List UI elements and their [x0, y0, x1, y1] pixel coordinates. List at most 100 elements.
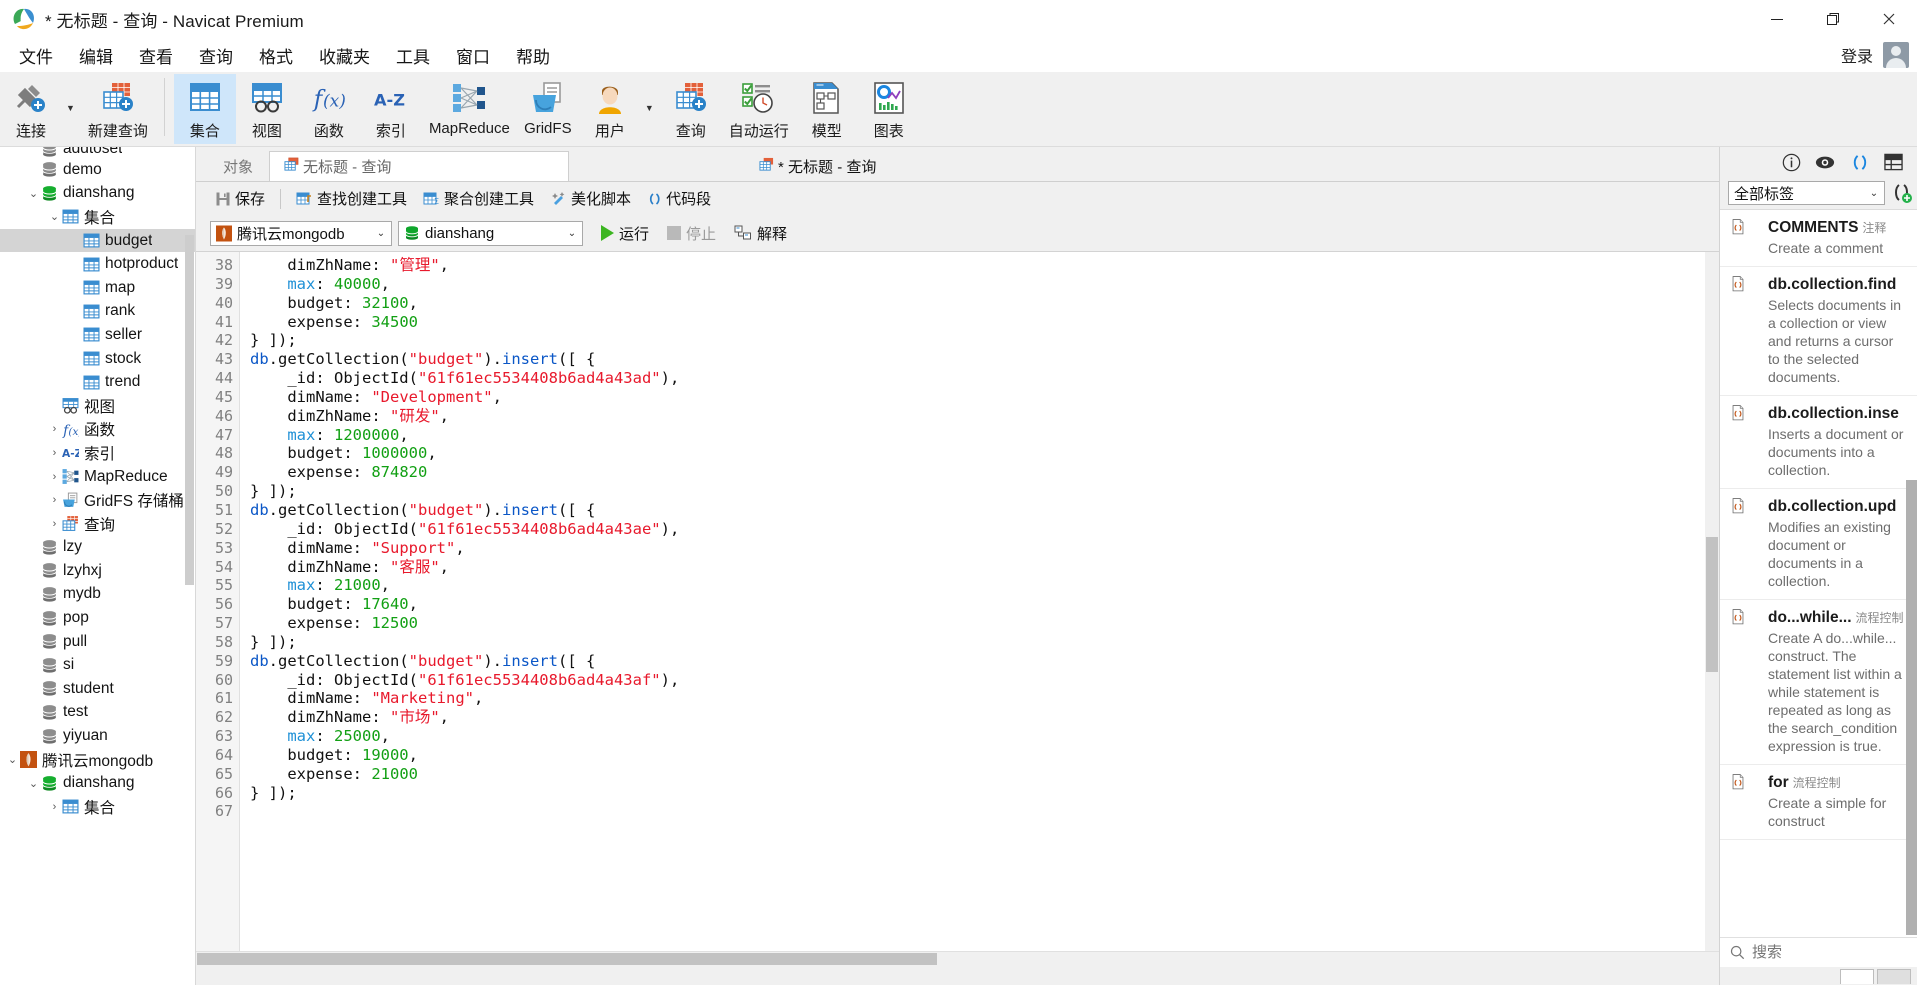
snippet-parens-icon[interactable] — [1849, 152, 1869, 172]
menu-item-7[interactable]: 窗口 — [443, 40, 503, 71]
tree-node-map[interactable]: map — [0, 276, 195, 300]
menu-item-2[interactable]: 查看 — [126, 40, 186, 71]
code-line[interactable]: db.getCollection("budget").insert([ { — [250, 350, 1719, 369]
code-line[interactable]: dimZhName: "管理", — [250, 256, 1719, 275]
code-line[interactable]: max: 1200000, — [250, 426, 1719, 445]
menu-item-5[interactable]: 收藏夹 — [306, 40, 383, 71]
tree-node-pop[interactable]: pop — [0, 606, 195, 630]
tree-node-集合[interactable]: ⌄ 集合 — [0, 205, 195, 229]
snippet-item[interactable]: db.collection.upd Modifies an existing do… — [1720, 489, 1917, 600]
ribbon-button-view[interactable]: 视图 — [236, 74, 298, 144]
code-line[interactable]: } ]); — [250, 633, 1719, 652]
snippet-tag-select[interactable]: 全部标签 ⌄ — [1728, 181, 1885, 205]
chevron-down-icon[interactable]: ⌄ — [27, 777, 40, 790]
avatar[interactable] — [1883, 42, 1909, 68]
menu-item-6[interactable]: 工具 — [383, 40, 443, 71]
chevron-down-icon[interactable]: ⌄ — [27, 187, 40, 200]
chevron-down-icon[interactable]: ▼ — [60, 103, 81, 113]
code-line[interactable]: dimName: "Development", — [250, 388, 1719, 407]
menu-item-0[interactable]: 文件 — [6, 40, 66, 71]
ribbon-button-query[interactable]: 查询 — [660, 74, 722, 144]
info-icon[interactable] — [1781, 152, 1801, 172]
tree-node-GridFS 存储桶[interactable]: › GridFS 存储桶 — [0, 488, 195, 512]
code-line[interactable]: dimZhName: "研发", — [250, 407, 1719, 426]
tree-node-lzyhxj[interactable]: lzyhxj — [0, 559, 195, 583]
code-line[interactable]: budget: 32100, — [250, 294, 1719, 313]
menu-item-3[interactable]: 查询 — [186, 40, 246, 71]
tree-node-函数[interactable]: ›f(x) 函数 — [0, 418, 195, 442]
code-area[interactable]: dimZhName: "管理", max: 40000, budget: 321… — [240, 252, 1719, 951]
code-line[interactable]: budget: 19000, — [250, 746, 1719, 765]
tree-node-MapReduce[interactable]: › MapReduce — [0, 465, 195, 489]
eye-icon[interactable] — [1815, 152, 1835, 172]
editor-vertical-scrollbar[interactable] — [1705, 252, 1719, 951]
snippet-list[interactable]: COMMENTS 注释 Create a comment db.collection.… — [1720, 209, 1917, 937]
explain-button[interactable]: 解释 — [728, 220, 793, 247]
code-line[interactable]: } ]); — [250, 482, 1719, 501]
tree-node-stock[interactable]: stock — [0, 347, 195, 371]
chevron-right-icon[interactable]: › — [48, 423, 61, 435]
code-line[interactable]: dimName: "Support", — [250, 539, 1719, 558]
ribbon-button-connection-plus[interactable]: 连接 — [0, 74, 62, 144]
ribbon-button-model-diagram[interactable]: 模型 — [796, 74, 858, 144]
database-tree-sidebar[interactable]: addtoset demo ⌄ dianshang ⌄ 集合 budget hotproduc… — [0, 147, 196, 985]
chevron-right-icon[interactable]: › — [48, 518, 61, 530]
code-line[interactable]: expense: 21000 — [250, 765, 1719, 784]
code-line[interactable]: _id: ObjectId("61f61ec5534408b6ad4a43af"… — [250, 671, 1719, 690]
add-snippet-button[interactable] — [1889, 182, 1912, 204]
database-select[interactable]: dianshang ⌄ — [398, 220, 583, 246]
menu-item-1[interactable]: 编辑 — [66, 40, 126, 71]
ribbon-button-new-query[interactable]: 新建查询 — [81, 74, 155, 144]
tree-node-demo[interactable]: demo — [0, 158, 195, 182]
code-line[interactable]: dimName: "Marketing", — [250, 689, 1719, 708]
tree-node-hotproduct[interactable]: hotproduct — [0, 252, 195, 276]
ribbon-button-function-fx[interactable]: f (x) 函数 — [298, 74, 360, 144]
tree-node-索引[interactable]: ›A-Z 索引 — [0, 441, 195, 465]
chevron-right-icon[interactable]: › — [48, 494, 61, 506]
menu-item-8[interactable]: 帮助 — [503, 40, 563, 71]
chevron-right-icon[interactable]: › — [48, 447, 61, 459]
ribbon-button-chart[interactable]: 图表 — [858, 74, 920, 144]
code-line[interactable]: dimZhName: "市场", — [250, 708, 1719, 727]
tree-node-budget[interactable]: budget — [0, 228, 195, 253]
tree-node-addtoset[interactable]: addtoset — [0, 147, 195, 158]
tree-node-dianshang[interactable]: ⌄ dianshang — [0, 771, 195, 795]
snippet-item[interactable]: db.collection.inse Inserts a document or … — [1720, 396, 1917, 489]
menu-item-4[interactable]: 格式 — [246, 40, 306, 71]
tree-node-集合[interactable]: › 集合 — [0, 795, 195, 819]
code-line[interactable]: expense: 34500 — [250, 313, 1719, 332]
minimize-button[interactable] — [1749, 0, 1805, 38]
code-line[interactable]: _id: ObjectId("61f61ec5534408b6ad4a43ad"… — [250, 369, 1719, 388]
code-line[interactable]: _id: ObjectId("61f61ec5534408b6ad4a43ae"… — [250, 520, 1719, 539]
code-line[interactable]: max: 40000, — [250, 275, 1719, 294]
code-line[interactable]: } ]); — [250, 784, 1719, 803]
chevron-down-icon[interactable]: ⌄ — [1864, 188, 1884, 199]
beautify-script-button[interactable]: 美化脚本 — [543, 185, 638, 212]
login-label[interactable]: 登录 — [1841, 43, 1873, 67]
code-line[interactable] — [250, 802, 1719, 821]
close-button[interactable] — [1861, 0, 1917, 38]
chevron-down-icon[interactable]: ⌄ — [371, 228, 391, 239]
code-line[interactable]: db.getCollection("budget").insert([ { — [250, 652, 1719, 671]
code-line[interactable]: max: 25000, — [250, 727, 1719, 746]
maximize-restore-button[interactable] — [1805, 0, 1861, 38]
sidebar-scrollbar-thumb[interactable] — [185, 235, 194, 585]
run-button[interactable]: 运行 — [595, 220, 655, 247]
code-line[interactable]: budget: 17640, — [250, 595, 1719, 614]
find-builder-button[interactable]: 查找创建工具 — [289, 185, 414, 212]
aggregate-builder-button[interactable]: Σ 聚合创建工具 — [416, 185, 541, 212]
code-line[interactable]: max: 21000, — [250, 576, 1719, 595]
ribbon-button-gridfs-bucket[interactable]: GridFS — [517, 74, 579, 144]
grid-icon[interactable] — [1883, 152, 1903, 172]
chevron-down-icon[interactable]: ⌄ — [6, 753, 19, 766]
stop-button[interactable]: 停止 — [661, 220, 722, 247]
tree-node-si[interactable]: si — [0, 653, 195, 677]
tree-node-yiyuan[interactable]: yiyuan — [0, 724, 195, 748]
editor-horizontal-scrollbar[interactable] — [196, 951, 1719, 965]
ribbon-button-user[interactable]: 用户 — [579, 74, 641, 144]
bottom-tab-1[interactable] — [1840, 968, 1874, 984]
code-line[interactable]: expense: 12500 — [250, 614, 1719, 633]
tree-node-trend[interactable]: trend — [0, 370, 195, 394]
query-tab-2[interactable]: * 无标题 - 查询 — [744, 151, 892, 181]
bottom-tab-2[interactable] — [1877, 968, 1911, 984]
